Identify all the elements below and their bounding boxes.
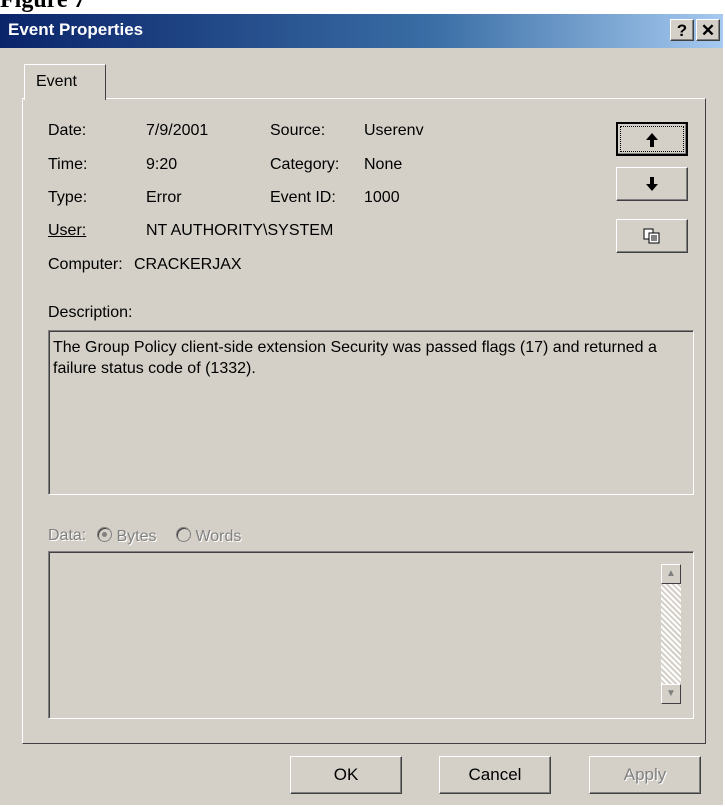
user-label: User: xyxy=(48,222,87,239)
scroll-up-button[interactable]: ▲ xyxy=(661,564,681,584)
user-value: NT AUTHORITY\SYSTEM xyxy=(146,222,334,239)
title-bar[interactable]: Event Properties ? ✕ xyxy=(0,14,723,48)
radio-bytes[interactable]: Bytes xyxy=(97,527,156,546)
scroll-down-icon: ▼ xyxy=(666,688,676,699)
close-button[interactable]: ✕ xyxy=(696,19,720,41)
tab-event[interactable]: Event xyxy=(24,64,106,100)
close-icon: ✕ xyxy=(700,21,716,40)
computer-label: Computer: xyxy=(48,256,123,273)
arrow-down-icon xyxy=(646,177,658,191)
copy-icon xyxy=(643,228,660,244)
previous-event-button[interactable] xyxy=(616,122,688,156)
radio-bytes-indicator xyxy=(97,527,112,542)
type-value: Error xyxy=(146,189,182,206)
copy-button[interactable] xyxy=(616,219,688,253)
event-id-label: Event ID: xyxy=(270,189,336,206)
event-properties-window: Event Properties ? ✕ Event Date: 7/9/200… xyxy=(0,14,723,805)
apply-button[interactable]: Apply xyxy=(589,756,701,794)
ok-button[interactable]: OK xyxy=(290,756,402,794)
description-text: The Group Policy client-side extension S… xyxy=(53,339,657,377)
tab-label: Event xyxy=(36,73,77,90)
scroll-up-icon: ▲ xyxy=(666,568,676,579)
help-button[interactable]: ? xyxy=(670,19,694,41)
radio-words-label: Words xyxy=(195,528,242,545)
window-title: Event Properties xyxy=(8,20,144,39)
data-scrollbar[interactable]: ▲ ▼ xyxy=(661,564,681,704)
data-label: Data: xyxy=(48,527,87,544)
radio-bytes-label: Bytes xyxy=(116,528,157,545)
radio-words[interactable]: Words xyxy=(176,527,241,546)
type-label: Type: xyxy=(48,189,88,206)
category-value: None xyxy=(364,156,403,173)
next-event-button[interactable] xyxy=(616,167,688,201)
radio-words-indicator xyxy=(176,527,191,542)
source-label: Source: xyxy=(270,122,326,139)
data-box[interactable]: ▲ ▼ xyxy=(48,551,694,719)
time-label: Time: xyxy=(48,156,88,173)
description-box[interactable]: The Group Policy client-side extension S… xyxy=(48,330,694,495)
cancel-button[interactable]: Cancel xyxy=(439,756,551,794)
category-label: Category: xyxy=(270,156,340,173)
source-value: Userenv xyxy=(364,122,424,139)
scroll-down-button[interactable]: ▼ xyxy=(661,684,681,704)
event-id-value: 1000 xyxy=(364,189,400,206)
computer-value: CRACKERJAX xyxy=(134,256,242,273)
date-value: 7/9/2001 xyxy=(146,122,209,139)
arrow-up-icon xyxy=(646,133,658,147)
date-label: Date: xyxy=(48,122,87,139)
figure-caption: Figure 7 xyxy=(0,0,86,13)
time-value: 9:20 xyxy=(146,156,178,173)
description-label: Description: xyxy=(48,304,133,321)
